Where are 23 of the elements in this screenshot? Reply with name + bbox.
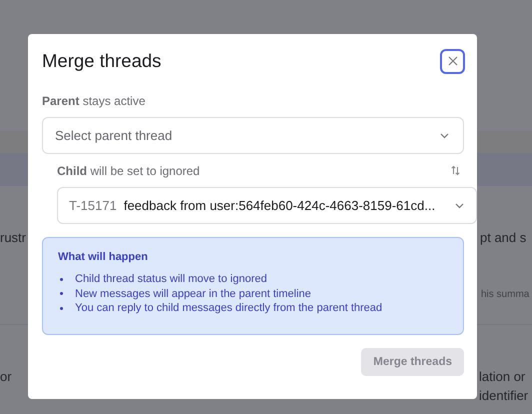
background-text: lation or xyxy=(479,369,526,384)
bullet-icon xyxy=(60,306,63,310)
background-text: identifier xyxy=(479,388,528,403)
background-text: pt and s xyxy=(480,230,526,245)
chevron-down-icon xyxy=(440,132,449,138)
bullet-icon xyxy=(60,278,63,281)
close-button[interactable] xyxy=(440,48,465,74)
info-item: New messages will appear in the parent timeline xyxy=(75,286,312,301)
child-select[interactable]: T-15171 feedback from user:564feb60-424c-4663-8159-61cd... xyxy=(57,187,477,224)
parent-select[interactable]: Select parent thread xyxy=(42,117,464,154)
background-text: or xyxy=(0,369,12,384)
info-item: Child thread status will move to ignored xyxy=(75,272,267,286)
child-label: Child will be set to ignored xyxy=(57,164,200,178)
parent-label: Parent stays active xyxy=(42,94,146,108)
background-text: rustr xyxy=(0,230,26,245)
bullet-icon xyxy=(60,292,63,296)
close-icon xyxy=(448,56,458,66)
dialog-title: Merge threads xyxy=(42,50,162,72)
info-item: You can reply to child messages directly from the parent thread xyxy=(75,301,382,316)
info-title: What will happen xyxy=(58,251,149,263)
background-text: his summa xyxy=(481,289,530,300)
swap-icon[interactable] xyxy=(451,165,460,176)
chevron-down-icon xyxy=(455,202,464,208)
